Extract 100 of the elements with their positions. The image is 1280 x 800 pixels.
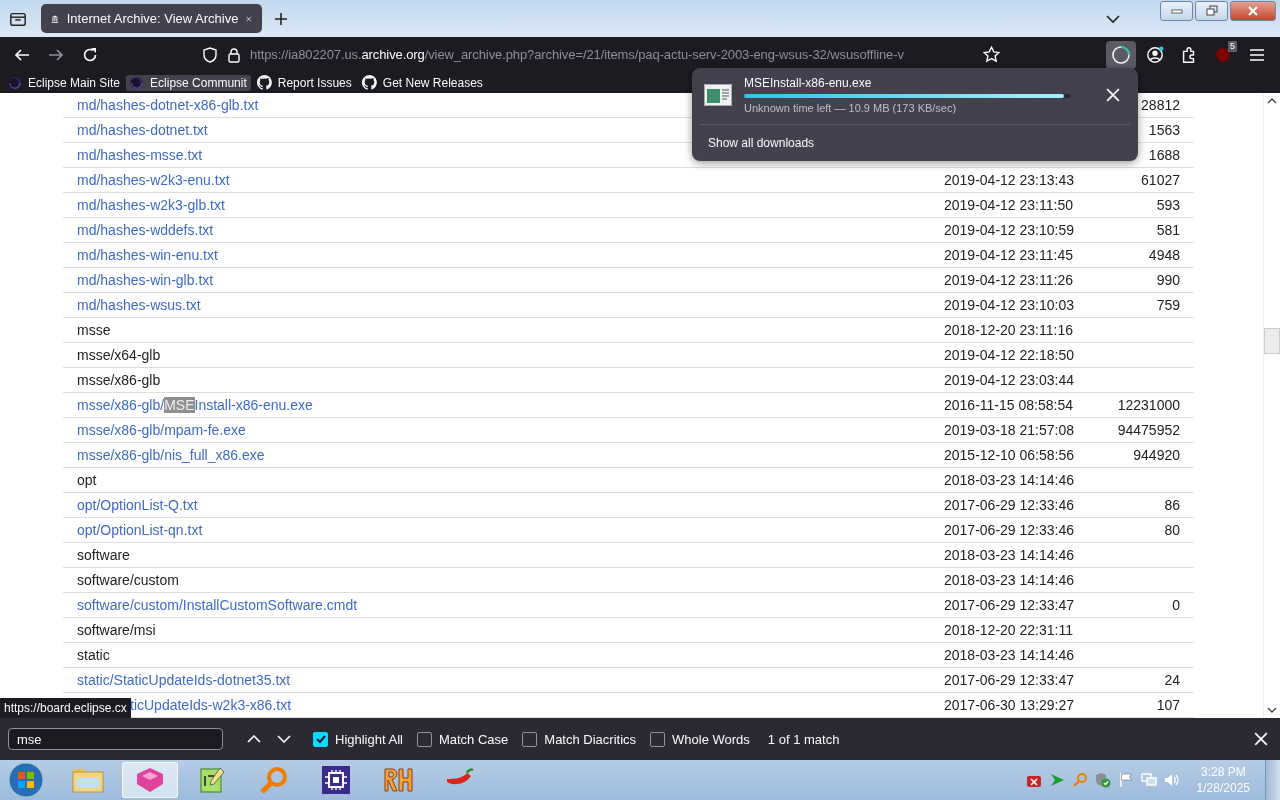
file-link[interactable]: md/hashes-w2k3-glb.txt (77, 197, 225, 213)
size-cell: 86 (1164, 497, 1180, 513)
file-link[interactable]: md/hashes-dotnet-x86-glb.txt (77, 97, 259, 113)
file-link[interactable]: msse/x86-glb/MSEInstall-x86-enu.exe (77, 397, 313, 413)
size-cell: 28812 (1141, 97, 1180, 113)
folder-name: software/msi (77, 622, 156, 638)
github-icon (256, 75, 272, 90)
bookmark[interactable]: Eclipse Main Site (4, 74, 125, 91)
clock-time: 3:28 PM (1200, 764, 1246, 780)
download-filename: MSEInstall-x86-enu.exe (744, 76, 873, 90)
close-window-button[interactable] (1230, 1, 1276, 21)
magnifier-icon (258, 766, 290, 794)
scroll-up-icon[interactable] (1267, 98, 1277, 104)
date-cell: 2018-12-20 23:11:16 (944, 322, 1073, 338)
forward-icon[interactable] (48, 46, 64, 63)
date-cell: 2019-04-12 23:10:59 (944, 222, 1074, 238)
start-orb-icon[interactable] (8, 762, 44, 798)
ublock-button[interactable]: 5 (1208, 40, 1238, 69)
folder-name: static (77, 647, 110, 663)
tab-title: Internet Archive: View Archive (66, 11, 239, 26)
date-cell: 2017-06-29 12:33:47 (944, 597, 1074, 613)
folder-name: msse (77, 322, 111, 338)
folder-name: msse/x86-glb (77, 372, 161, 388)
download-progress-icon[interactable] (1111, 44, 1131, 65)
folder-name: msse/x64-glb (77, 347, 161, 363)
find-option-checkbox[interactable]: Match Diacritics (522, 731, 637, 747)
minimize-icon[interactable] (1170, 8, 1183, 14)
date-cell: 2017-06-30 13:29:27 (944, 697, 1074, 713)
date-cell: 2018-03-23 14:14:46 (944, 472, 1074, 488)
find-option-checkbox[interactable]: Highlight All (313, 731, 403, 747)
file-link[interactable]: md/hashes-msse.txt (77, 147, 203, 163)
next-match-icon[interactable] (277, 735, 291, 743)
show-all-downloads-link[interactable]: Show all downloads (708, 136, 815, 150)
file-link[interactable]: opt/OptionList-qn.txt (77, 522, 203, 538)
date-cell: 2018-03-23 14:14:46 (944, 647, 1074, 663)
flag-tray-icon[interactable] (1117, 772, 1134, 788)
downloads-button[interactable] (1106, 40, 1136, 69)
find-option-checkbox[interactable]: Match Case (416, 731, 509, 747)
file-link[interactable]: md/hashes-w2k3-enu.txt (77, 172, 230, 188)
size-cell: 107 (1156, 697, 1180, 713)
menu-icon[interactable] (1249, 47, 1265, 62)
restore-button[interactable] (1195, 1, 1228, 21)
lock-icon (226, 46, 242, 63)
date-cell: 2016-11-15 08:58:54 (944, 397, 1073, 413)
minimize-button[interactable] (1160, 1, 1193, 21)
file-link[interactable]: msse/x86-glb/nis_full_x86.exe (77, 447, 265, 463)
file-link[interactable]: md/hashes-win-enu.txt (77, 247, 218, 263)
size-cell: 581 (1156, 222, 1180, 238)
file-link[interactable]: opt/OptionList-Q.txt (77, 497, 198, 513)
size-cell: 593 (1156, 197, 1180, 213)
shield-check-tray-icon[interactable] (1094, 772, 1111, 788)
link-status-tooltip: https://board.eclipse.cx (0, 698, 131, 718)
file-link[interactable]: md/hashes-wsus.txt (77, 297, 201, 313)
file-link[interactable]: md/hashes-dotnet.txt (77, 122, 208, 138)
file-link[interactable]: ticUpdateIds-w2k3-x86.txt (130, 697, 292, 713)
size-cell: 24 (1164, 672, 1180, 688)
find-field[interactable]: mse (8, 728, 223, 750)
date-cell: 2019-04-12 23:10:03 (944, 297, 1074, 313)
date-cell: 2019-04-12 23:11:26 (944, 272, 1073, 288)
date-cell: 2015-12-10 06:58:56 (944, 447, 1074, 463)
new-tab-icon[interactable] (274, 11, 288, 26)
folder-name: software/custom (77, 572, 179, 588)
find-option-checkbox[interactable]: Whole Words (650, 731, 750, 747)
star-icon[interactable] (983, 46, 1000, 63)
scrollbar[interactable] (1263, 93, 1280, 718)
close-icon[interactable] (1254, 732, 1268, 746)
previous-match-icon[interactable] (247, 735, 261, 743)
size-cell: 759 (1156, 297, 1180, 313)
download-status: Unknown time left — 10.9 MB (173 KB/sec) (744, 102, 958, 114)
scroll-thumb[interactable] (1264, 328, 1280, 354)
account-icon[interactable] (1146, 45, 1164, 64)
size-cell: 1563 (1148, 122, 1180, 138)
rh-logo-icon (382, 766, 414, 794)
chip-icon (320, 766, 352, 794)
size-cell: 80 (1164, 522, 1180, 538)
file-link[interactable]: md/hashes-win-glb.txt (77, 272, 214, 288)
back-icon[interactable] (14, 46, 30, 63)
shield-icon[interactable] (1214, 45, 1232, 64)
date-cell: 2018-03-23 14:14:46 (944, 547, 1074, 563)
reload-icon[interactable] (82, 46, 98, 63)
bookmark[interactable]: Eclipse Communit (126, 74, 251, 91)
chevron-down-icon[interactable] (1106, 13, 1120, 24)
file-link[interactable]: md/hashes-wddefs.txt (77, 222, 214, 238)
date-cell: 2017-06-29 12:33:46 (944, 522, 1074, 538)
date-cell: 2019-03-18 21:57:08 (944, 422, 1074, 438)
restore-icon[interactable] (1205, 5, 1218, 17)
size-cell: 1688 (1148, 147, 1180, 163)
date-cell: 2018-03-23 14:14:46 (944, 572, 1074, 588)
url-text: https://ia802207.us.archive.org/view_archive.php?archive=/21/items/paq-actu-serv-2003-eng-wsus-32/wsusoffline-v (250, 47, 905, 62)
close-icon[interactable] (1106, 88, 1120, 102)
scroll-down-icon[interactable] (1267, 707, 1277, 713)
file-link[interactable]: msse/x86-glb/mpam-fe.exe (77, 422, 246, 438)
bookmark[interactable]: Report Issues (252, 74, 356, 91)
file-link[interactable]: static/StaticUpdateIds-dotnet35.txt (77, 672, 291, 688)
folder-name: software (77, 547, 130, 563)
bookmark[interactable]: Get New Releases (357, 74, 487, 91)
size-cell: 94475952 (1117, 422, 1180, 438)
browser-tab[interactable]: Internet Archive: View Archive (41, 4, 262, 33)
file-link[interactable]: software/custom/InstallCustomSoftware.cmdt (77, 597, 358, 613)
github-icon (361, 75, 377, 90)
